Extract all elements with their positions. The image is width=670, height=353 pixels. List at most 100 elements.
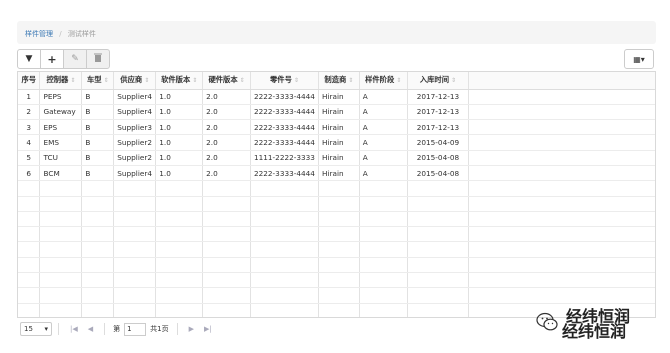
- table-cell: [318, 241, 360, 258]
- table-cell: [18, 211, 41, 228]
- table-cell: A: [359, 104, 408, 121]
- table-cell: [155, 241, 204, 258]
- table-cell: [407, 257, 470, 274]
- col-header-model[interactable]: 车型 ⇕: [81, 72, 115, 90]
- table-cell: [468, 211, 655, 228]
- table-cell: 1.0: [155, 89, 204, 105]
- col-header-controller[interactable]: 控制器 ⇕: [39, 72, 83, 90]
- table-cell: [18, 241, 41, 258]
- table-cell: A: [359, 150, 408, 166]
- next-page-button[interactable]: ▶: [189, 325, 194, 333]
- col-header-part-number[interactable]: 零件号 ⇕: [250, 72, 319, 90]
- sort-icon: ⇕: [348, 77, 354, 85]
- col-header-hw-version[interactable]: 硬件版本 ⇕: [202, 72, 251, 90]
- col-header-sample-stage[interactable]: 样件阶段 ⇕: [359, 72, 408, 90]
- table-cell: [318, 303, 360, 317]
- table-row[interactable]: 4 EMS B Supplier2 1.0 2.0 2222-3333-4444 Hirain…: [18, 134, 655, 151]
- table-cell: [155, 272, 204, 289]
- table-cell: Supplier4: [113, 165, 157, 182]
- table-cell: [81, 272, 115, 289]
- prev-page-button[interactable]: ◀: [88, 325, 93, 333]
- page-prefix-label: 第: [113, 325, 121, 333]
- table-cell: 2.0: [202, 134, 251, 151]
- table-cell: 2222-3333-4444: [250, 89, 319, 105]
- table-cell: 2017-12-13: [407, 119, 470, 136]
- table-cell: [113, 272, 157, 289]
- page-size-select[interactable]: 15 ▾: [20, 322, 52, 336]
- empty-row: [18, 257, 655, 274]
- page-size-value: 15: [24, 325, 33, 333]
- table-cell: [359, 287, 408, 304]
- table-cell: A: [359, 134, 408, 151]
- pager-divider: [176, 323, 178, 335]
- sort-icon: ⇕: [103, 77, 109, 85]
- columns-toggle-button[interactable]: ▦▾: [624, 49, 654, 69]
- filter-button[interactable]: ▼: [17, 49, 41, 69]
- page-number-input[interactable]: 1: [124, 322, 147, 336]
- table-cell: A: [359, 119, 408, 136]
- table-cell: [468, 89, 655, 105]
- col-header-index[interactable]: 序号: [18, 72, 41, 90]
- col-header-supplier[interactable]: 供应商 ⇕: [113, 72, 157, 90]
- last-page-button[interactable]: ▶|: [204, 325, 212, 333]
- table-cell: Hirain: [318, 104, 360, 121]
- table-cell: 2017-12-13: [407, 89, 470, 105]
- delete-button[interactable]: [86, 49, 110, 69]
- table-cell: Hirain: [318, 134, 360, 151]
- table-cell: [468, 134, 655, 151]
- table-cell: Gateway: [39, 104, 83, 121]
- table-cell: [468, 180, 655, 197]
- table-cell: [468, 196, 655, 212]
- watermark: 经纬恒润 经纬恒润: [536, 300, 658, 344]
- table-cell: [202, 211, 251, 228]
- table-cell: [359, 196, 408, 212]
- empty-row: [18, 196, 655, 212]
- breadcrumb-parent-link[interactable]: 样件管理: [25, 30, 53, 38]
- table-cell: [39, 303, 83, 317]
- table-cell: [39, 226, 83, 243]
- table-row[interactable]: 1 PEPS B Supplier4 1.0 2.0 2222-3333-4444 Hirai…: [18, 89, 655, 105]
- table-cell: [250, 196, 319, 212]
- table-row[interactable]: 3 EPS B Supplier3 1.0 2.0 2222-3333-4444 Hirain…: [18, 119, 655, 136]
- table-row[interactable]: 6 BCM B Supplier4 1.0 2.0 2222-3333-4444 Hirain…: [18, 165, 655, 182]
- col-header-sw-version[interactable]: 软件版本 ⇕: [155, 72, 204, 90]
- table-cell: [155, 226, 204, 243]
- first-page-button[interactable]: |◀: [70, 325, 78, 333]
- table-cell: B: [81, 104, 115, 121]
- col-header-storage-time[interactable]: 入库时间 ⇕: [407, 72, 470, 90]
- table-cell: [39, 287, 83, 304]
- table-cell: Hirain: [318, 89, 360, 105]
- table-cell: [250, 241, 319, 258]
- table-cell: [250, 211, 319, 228]
- table-cell: [468, 226, 655, 243]
- sort-icon: ⇕: [70, 77, 76, 85]
- table-cell: 2.0: [202, 119, 251, 136]
- table-cell: [468, 165, 655, 182]
- breadcrumb-separator: /: [59, 30, 62, 38]
- table-cell: [407, 287, 470, 304]
- sort-icon: ⇕: [144, 77, 150, 85]
- sort-icon: ⇕: [192, 77, 198, 85]
- add-button[interactable]: +: [40, 49, 64, 69]
- table-cell: EMS: [39, 134, 83, 151]
- table-cell: A: [359, 165, 408, 182]
- table-cell: [318, 211, 360, 228]
- table-cell: [407, 180, 470, 197]
- table-cell: [318, 196, 360, 212]
- table-cell: 1111-2222-3333: [250, 150, 319, 166]
- table-cell: Supplier3: [113, 119, 157, 136]
- table-cell: [155, 257, 204, 274]
- table-cell: B: [81, 165, 115, 182]
- edit-button[interactable]: ✎: [63, 49, 87, 69]
- col-header-manufacturer[interactable]: 制造商 ⇕: [318, 72, 360, 90]
- table-cell: [113, 180, 157, 197]
- data-grid: 序号 控制器 ⇕ 车型 ⇕ 供应商 ⇕ 软件版本 ⇕ 硬件版本 ⇕ 零件号 ⇕ 制造商 ⇕ 样…: [17, 71, 656, 318]
- data-table: 序号 控制器 ⇕ 车型 ⇕ 供应商 ⇕ 软件版本 ⇕ 硬件版本 ⇕ 零件号 ⇕ 制造商 ⇕ 样…: [18, 72, 655, 317]
- filter-icon: ▼: [25, 54, 33, 64]
- table-cell: Supplier4: [113, 104, 157, 121]
- table-row[interactable]: 5 TCU B Supplier2 1.0 2.0 1111-2222-3333 Hirain…: [18, 150, 655, 166]
- table-cell: [318, 287, 360, 304]
- table-row[interactable]: 2 Gateway B Supplier4 1.0 2.0 2222-3333-4444 Hi…: [18, 104, 655, 121]
- table-cell: 2: [18, 104, 41, 121]
- table-cell: [155, 196, 204, 212]
